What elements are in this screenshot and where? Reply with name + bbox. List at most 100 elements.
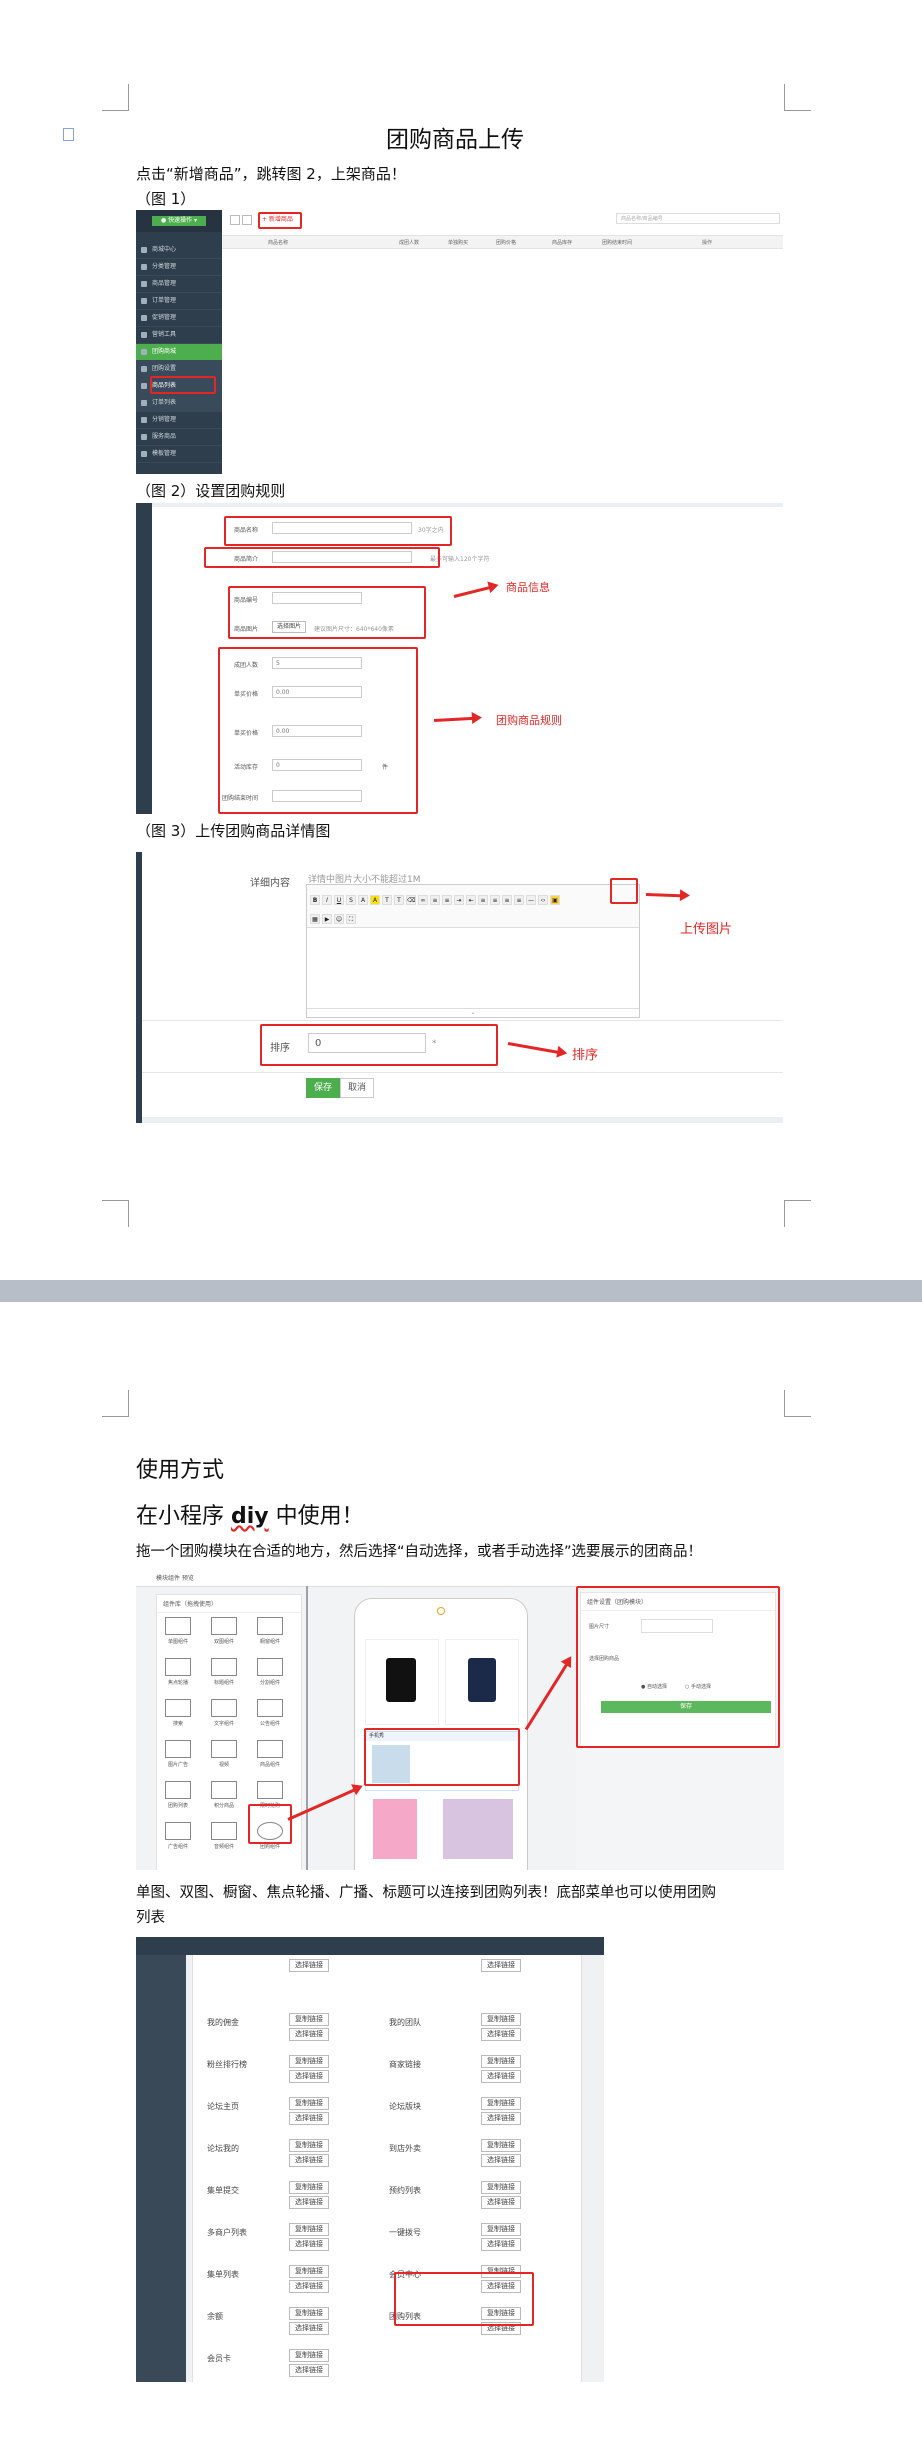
quick-action-button[interactable]: ● 快速操作 ▾ bbox=[152, 216, 206, 226]
product-card[interactable] bbox=[365, 1639, 439, 1725]
select-link-button[interactable]: 选择链接 bbox=[289, 2196, 329, 2209]
copy-link-button[interactable]: 复制链接 bbox=[289, 2013, 329, 2026]
module-icon[interactable] bbox=[211, 1781, 237, 1799]
fullscreen-icon[interactable]: ⛶ bbox=[346, 914, 356, 924]
refresh-icon[interactable] bbox=[230, 215, 240, 225]
module-icon[interactable] bbox=[211, 1699, 237, 1717]
copy-link-button[interactable]: 复制链接 bbox=[289, 2181, 329, 2194]
module-icon[interactable] bbox=[165, 1740, 191, 1758]
image-upload-icon[interactable]: ▣ bbox=[550, 895, 560, 905]
cancel-button[interactable]: 取消 bbox=[340, 1078, 374, 1098]
sidebar-subitem[interactable]: 订单列表 bbox=[136, 395, 222, 412]
module-icon[interactable] bbox=[211, 1740, 237, 1758]
copy-link-button[interactable]: 复制链接 bbox=[481, 2139, 521, 2152]
module-icon[interactable] bbox=[257, 1781, 283, 1799]
select-link-button[interactable]: 选择链接 bbox=[289, 2364, 329, 2377]
italic-icon[interactable]: I bbox=[322, 895, 332, 905]
code-icon[interactable]: ‹› bbox=[538, 895, 548, 905]
underline-icon[interactable]: U bbox=[334, 895, 344, 905]
select-link-button[interactable]: 选择链接 bbox=[481, 2112, 521, 2125]
module-icon[interactable] bbox=[211, 1822, 237, 1840]
select-link-button[interactable]: 选择链接 bbox=[289, 2154, 329, 2167]
font-color-icon[interactable]: A bbox=[358, 895, 368, 905]
copy-link-button[interactable]: 复制链接 bbox=[481, 2223, 521, 2236]
copy-link-button[interactable]: 复制链接 bbox=[289, 2139, 329, 2152]
select-link-button[interactable]: 选择链接 bbox=[481, 1959, 521, 1972]
select-link-button[interactable]: 选择链接 bbox=[481, 2028, 521, 2041]
module-icon[interactable] bbox=[257, 1658, 283, 1676]
select-link-button[interactable]: 选择链接 bbox=[481, 2238, 521, 2251]
save-button[interactable]: 保存 bbox=[306, 1078, 340, 1098]
panel-title: 组件库（拖拽使用） bbox=[157, 1595, 301, 1613]
sidebar-item[interactable]: 订单管理 bbox=[136, 293, 222, 310]
copy-link-button[interactable]: 复制链接 bbox=[289, 2265, 329, 2278]
module-icon[interactable] bbox=[257, 1740, 283, 1758]
eraser-icon[interactable]: ⌫ bbox=[406, 895, 416, 905]
outdent-icon[interactable]: ⇤ bbox=[466, 895, 476, 905]
rich-text-editor[interactable]: B I U S A A T T ⌫ ∞ ≡ ≡ ⇥ ⇤ ≡ ≡ ≡ ≡ — ‹› ▣ ▦ ▶ ☺ ⛶ ⌄ bbox=[306, 884, 640, 1018]
module-icon[interactable] bbox=[257, 1617, 283, 1635]
module-icon[interactable] bbox=[165, 1699, 191, 1717]
select-link-button[interactable]: 选择链接 bbox=[289, 2322, 329, 2335]
sidebar-item[interactable]: 促销管理 bbox=[136, 310, 222, 327]
select-link-button[interactable]: 选择链接 bbox=[289, 2280, 329, 2293]
select-link-button[interactable]: 选择链接 bbox=[289, 2028, 329, 2041]
select-link-button[interactable]: 选择链接 bbox=[289, 2070, 329, 2083]
link-description: 列表 bbox=[136, 1910, 165, 1926]
copy-link-button[interactable]: 复制链接 bbox=[481, 2181, 521, 2194]
sidebar-item[interactable]: 商城中心 bbox=[136, 242, 222, 259]
copy-link-button[interactable]: 复制链接 bbox=[289, 2307, 329, 2320]
align-justify-icon[interactable]: ≡ bbox=[514, 895, 524, 905]
highlight-icon[interactable]: A bbox=[370, 895, 380, 905]
sidebar-item[interactable]: 商品管理 bbox=[136, 276, 222, 293]
copy-link-button[interactable]: 复制链接 bbox=[481, 2013, 521, 2026]
select-link-button[interactable]: 选择链接 bbox=[481, 2070, 521, 2083]
module-icon[interactable] bbox=[165, 1781, 191, 1799]
table-icon[interactable]: ▦ bbox=[310, 914, 320, 924]
sidebar-item[interactable]: 模板管理 bbox=[136, 446, 222, 463]
sidebar-item[interactable]: 分销管理 bbox=[136, 412, 222, 429]
module-icon[interactable] bbox=[211, 1658, 237, 1676]
module-icon[interactable] bbox=[165, 1658, 191, 1676]
copy-link-button[interactable]: 复制链接 bbox=[481, 2055, 521, 2068]
sidebar-item[interactable]: 服务商品 bbox=[136, 429, 222, 446]
emoji-icon[interactable]: ☺ bbox=[334, 914, 344, 924]
product-card[interactable] bbox=[445, 1639, 519, 1725]
copy-link-button[interactable]: 复制链接 bbox=[289, 2223, 329, 2236]
bold-icon[interactable]: B bbox=[310, 895, 320, 905]
font-size-icon[interactable]: T bbox=[382, 895, 392, 905]
select-link-button[interactable]: 选择链接 bbox=[481, 2154, 521, 2167]
indent-icon[interactable]: ⇥ bbox=[454, 895, 464, 905]
select-link-button[interactable]: 选择链接 bbox=[289, 2238, 329, 2251]
link-icon[interactable]: ∞ bbox=[418, 895, 428, 905]
copy-link-button[interactable]: 复制链接 bbox=[289, 2055, 329, 2068]
select-link-button[interactable]: 选择链接 bbox=[481, 2196, 521, 2209]
select-link-button[interactable]: 选择链接 bbox=[289, 1959, 329, 1972]
highlight-box bbox=[248, 1804, 292, 1844]
sidebar-item-groupbuy[interactable]: 团购商城 bbox=[136, 344, 222, 361]
module-icon[interactable] bbox=[257, 1699, 283, 1717]
unordered-list-icon[interactable]: ≡ bbox=[442, 895, 452, 905]
search-input[interactable]: 商品名称/商品编号 bbox=[616, 213, 780, 224]
module-icon[interactable] bbox=[165, 1617, 191, 1635]
ordered-list-icon[interactable]: ≡ bbox=[430, 895, 440, 905]
video-icon[interactable]: ▶ bbox=[322, 914, 332, 924]
resize-handle-icon[interactable]: ⌄ bbox=[307, 1008, 639, 1017]
copy-link-button[interactable]: 复制链接 bbox=[481, 2097, 521, 2110]
align-left-icon[interactable]: ≡ bbox=[478, 895, 488, 905]
module-icon[interactable] bbox=[165, 1822, 191, 1840]
copy-link-button[interactable]: 复制链接 bbox=[289, 2349, 329, 2362]
copy-link-button[interactable]: 复制链接 bbox=[289, 2097, 329, 2110]
menu-icon[interactable] bbox=[242, 215, 252, 225]
module-label: 视频 bbox=[218, 1762, 229, 1768]
sidebar-item[interactable]: 分类管理 bbox=[136, 259, 222, 276]
sidebar-item[interactable]: 营销工具 bbox=[136, 327, 222, 344]
link-label: 集单列表 bbox=[207, 2270, 239, 2279]
align-right-icon[interactable]: ≡ bbox=[502, 895, 512, 905]
select-link-button[interactable]: 选择链接 bbox=[289, 2112, 329, 2125]
module-icon[interactable] bbox=[211, 1617, 237, 1635]
hr-icon[interactable]: — bbox=[526, 895, 536, 905]
align-center-icon[interactable]: ≡ bbox=[490, 895, 500, 905]
strike-icon[interactable]: S bbox=[346, 895, 356, 905]
font-size-up-icon[interactable]: T bbox=[394, 895, 404, 905]
